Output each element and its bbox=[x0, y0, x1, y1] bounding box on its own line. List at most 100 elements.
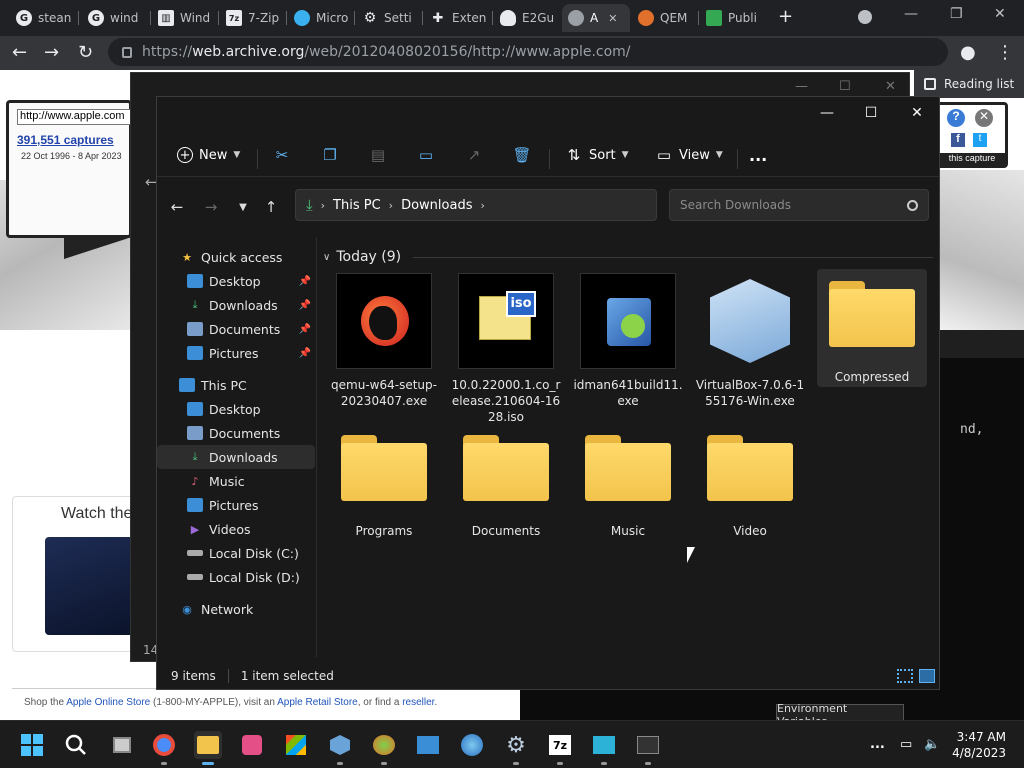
browser-tab[interactable]: Micro bbox=[288, 4, 352, 32]
close-tab-icon[interactable]: ✕ bbox=[608, 12, 617, 25]
close-icon[interactable]: ✕ bbox=[994, 6, 1006, 22]
browser-tab[interactable]: ⚙ Setti bbox=[356, 4, 420, 32]
close-icon[interactable]: ✕ bbox=[885, 79, 896, 94]
facebook-icon[interactable]: f bbox=[951, 133, 965, 147]
folder-item[interactable]: Documents bbox=[451, 423, 561, 563]
sidebar-item[interactable]: This PC bbox=[157, 373, 315, 397]
forward-arrow-icon[interactable]: → bbox=[44, 42, 59, 63]
7zip-taskbar-button[interactable]: 7z bbox=[546, 731, 574, 765]
group-header-today[interactable]: ∨ Today (9) bbox=[323, 247, 933, 267]
cut-button[interactable]: ✂ bbox=[273, 141, 291, 169]
up-arrow-icon[interactable]: ↑ bbox=[259, 195, 283, 219]
sidebar-item[interactable]: Pictures 📌 bbox=[157, 341, 315, 365]
retail-store-link[interactable]: Apple Retail Store bbox=[277, 697, 358, 708]
terminal-taskbar-button[interactable] bbox=[634, 731, 662, 765]
file-explorer-taskbar-button[interactable] bbox=[194, 731, 222, 765]
qemu-taskbar-button[interactable] bbox=[370, 731, 398, 765]
settings-taskbar-button[interactable]: ⚙ bbox=[502, 731, 530, 765]
folder-item[interactable]: Programs bbox=[329, 423, 439, 563]
view-button[interactable]: ▭ View ▼ bbox=[655, 141, 723, 169]
minimize-icon[interactable]: — bbox=[904, 6, 918, 22]
back-arrow-icon[interactable]: ← bbox=[165, 195, 189, 219]
browser-tab[interactable]: 7z 7-Zip bbox=[220, 4, 284, 32]
browser-tab[interactable]: G stean bbox=[10, 4, 74, 32]
delete-button[interactable]: 🗑 bbox=[512, 141, 531, 169]
store-taskbar-button[interactable] bbox=[282, 731, 310, 759]
start-button[interactable] bbox=[18, 731, 46, 759]
network-icon[interactable]: ▭ bbox=[900, 737, 912, 752]
share-button[interactable]: ↗ bbox=[465, 141, 483, 169]
menu-dots-icon[interactable]: ⋮ bbox=[996, 42, 1014, 63]
clock[interactable]: 3:47 AM 4/8/2023 bbox=[952, 729, 1006, 761]
sidebar-item[interactable]: ♪ Music bbox=[157, 469, 315, 493]
close-icon[interactable]: ✕ bbox=[975, 109, 993, 127]
sort-button[interactable]: ⇅ Sort ▼ bbox=[565, 141, 629, 169]
sidebar-item[interactable]: ⤓ Downloads 📌 bbox=[157, 293, 315, 317]
rename-button[interactable]: ▭ bbox=[417, 141, 435, 169]
reseller-link[interactable]: reseller bbox=[402, 697, 434, 708]
breadcrumb-this-pc[interactable]: This PC bbox=[333, 198, 381, 213]
new-button[interactable]: + New ▼ bbox=[177, 141, 240, 169]
online-store-link[interactable]: Apple Online Store bbox=[66, 697, 150, 708]
folder-item[interactable]: Music bbox=[573, 423, 683, 563]
explorer-address-bar[interactable]: ⤓ › This PC › Downloads › bbox=[295, 189, 657, 221]
restore-icon[interactable]: ❐ bbox=[950, 6, 963, 22]
sidebar-item[interactable]: ⤓ Downloads bbox=[157, 445, 315, 469]
task-view-button[interactable] bbox=[108, 731, 136, 759]
search-button[interactable] bbox=[62, 731, 90, 759]
maximize-icon[interactable]: ☐ bbox=[849, 101, 893, 125]
sidebar-item[interactable]: Pictures bbox=[157, 493, 315, 517]
hidden-icons-button[interactable]: ... bbox=[870, 737, 885, 752]
sidebar-item[interactable]: Desktop 📌 bbox=[157, 269, 315, 293]
captures-link[interactable]: 391,551 captures bbox=[17, 133, 114, 147]
sidebar-item[interactable]: ◉ Network bbox=[157, 597, 315, 621]
sidebar-item[interactable]: Local Disk (C:) bbox=[157, 541, 315, 565]
volume-icon[interactable]: 🔈 bbox=[924, 737, 940, 752]
wayback-url-input[interactable]: http://www.apple.com bbox=[17, 109, 135, 125]
profile-icon[interactable]: ● bbox=[960, 42, 976, 63]
display-taskbar-button[interactable] bbox=[590, 731, 618, 765]
address-bar[interactable]: https://web.archive.org/web/201204080201… bbox=[108, 38, 948, 66]
reload-icon[interactable]: ↻ bbox=[78, 42, 93, 63]
breadcrumb-downloads[interactable]: Downloads bbox=[401, 198, 472, 213]
browser-globe-taskbar-button[interactable] bbox=[458, 731, 486, 759]
details-view-icon[interactable] bbox=[897, 669, 913, 683]
sidebar-item[interactable]: Local Disk (D:) bbox=[157, 565, 315, 589]
sidebar-item[interactable]: Documents bbox=[157, 421, 315, 445]
file-item[interactable]: iso 10.0.22000.1.co_release.210604-1628.… bbox=[451, 273, 561, 424]
sidebar-item[interactable]: ★ Quick access bbox=[157, 245, 315, 269]
search-box[interactable] bbox=[669, 189, 929, 221]
copy-button[interactable]: ❐ bbox=[321, 141, 339, 169]
maximize-icon[interactable]: ☐ bbox=[839, 79, 851, 94]
browser-tab[interactable]: Publi bbox=[700, 4, 766, 32]
back-arrow-icon[interactable]: ← bbox=[12, 42, 27, 63]
file-item[interactable]: idman641build11.exe bbox=[573, 273, 683, 413]
tab-search-icon[interactable] bbox=[858, 10, 872, 24]
folder-item[interactable]: Video bbox=[695, 423, 805, 563]
sidebar-item[interactable]: ▶ Videos bbox=[157, 517, 315, 541]
tiles-view-icon[interactable] bbox=[919, 669, 935, 683]
browser-tab[interactable]: ✚ Exten bbox=[424, 4, 490, 32]
browser-tab[interactable]: QEM bbox=[632, 4, 696, 32]
vbox-taskbar-button[interactable] bbox=[326, 731, 354, 765]
this-capture-label[interactable]: this capture bbox=[939, 153, 1005, 167]
new-tab-icon[interactable]: + bbox=[778, 6, 793, 27]
paste-button[interactable]: ▤ bbox=[369, 141, 387, 169]
search-input[interactable] bbox=[680, 198, 880, 212]
chrome-taskbar-button[interactable] bbox=[150, 731, 178, 765]
recent-locations-icon[interactable]: ▼ bbox=[231, 195, 255, 219]
minimize-icon[interactable]: — bbox=[805, 101, 849, 125]
file-item[interactable]: VirtualBox-7.0.6-155176-Win.exe bbox=[695, 273, 805, 413]
twitter-icon[interactable]: t bbox=[973, 133, 987, 147]
folder-item-selected[interactable]: Compressed bbox=[817, 269, 927, 387]
reading-list-button[interactable]: Reading list bbox=[914, 70, 1024, 98]
sidebar-item[interactable]: Desktop bbox=[157, 397, 315, 421]
browser-tab[interactable]: E2Gu bbox=[494, 4, 558, 32]
browser-tab[interactable]: ▥ Wind bbox=[152, 4, 216, 32]
help-icon[interactable]: ? bbox=[947, 109, 965, 127]
browser-tab[interactable]: G wind bbox=[82, 4, 146, 32]
more-options-button[interactable]: ... bbox=[749, 141, 767, 169]
browser-tab-active[interactable]: A ✕ bbox=[562, 4, 630, 32]
minimize-icon[interactable]: — bbox=[795, 79, 808, 94]
sidebar-item[interactable]: Documents 📌 bbox=[157, 317, 315, 341]
